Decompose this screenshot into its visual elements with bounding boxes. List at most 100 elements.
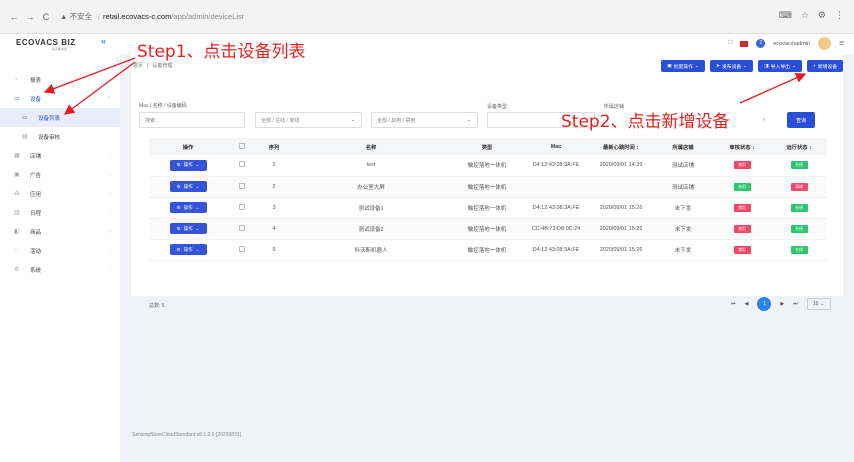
page-size-select[interactable]: 10 ⌄ (806, 298, 831, 310)
sidebar-item-goods[interactable]: ◧ 商品 › (0, 222, 120, 241)
menu-icon[interactable]: ⋮ (835, 10, 844, 21)
address-bar[interactable]: ▲ 不安全 | retail.ecovacs-c.com /app/admin/… (60, 11, 244, 22)
row-checkbox[interactable] (239, 224, 245, 231)
status-select[interactable]: 全部 / 在线 / 离线 ⌄ (255, 112, 362, 128)
chevron-right-icon: › (109, 266, 111, 273)
chevron-down-icon: ⌄ (694, 63, 699, 69)
publish-device-button[interactable]: ➤ 发布设备 ⌄ (709, 60, 754, 72)
notification-badge[interactable]: 2 (756, 39, 766, 48)
cell-store: 测试店铺 (653, 155, 713, 177)
breadcrumb-home[interactable]: 首页 (133, 63, 143, 69)
back-icon[interactable]: ← (8, 12, 20, 22)
col-store: 所属店铺 (653, 138, 713, 155)
col-heartbeat[interactable]: 最新心跳时间 ↕ (589, 138, 653, 155)
table-row[interactable]: ⚙ 操作 ⌄ 2 办公室大屏 触控落地一体机 测试店铺 启用 离线 (149, 176, 827, 198)
sidebar-item-device-audit[interactable]: ▤ 设备审核 (0, 127, 120, 146)
table-header-row: 操作 序列 名称 类型 Mac 最新心跳时间 ↕ 所属店铺 审核状态 ↕ 运行状… (149, 138, 827, 155)
audit-status-badge[interactable]: 禁用 (733, 203, 751, 212)
filter-icon: ▿ (762, 117, 765, 123)
cell-mac: D4:12:43:08:3A:FE (523, 239, 589, 261)
first-page-icon[interactable]: ⏮ (731, 301, 736, 307)
cell-heartbeat: 2020/09/01 14:29 (589, 155, 653, 177)
import-icon: ◨ (764, 63, 769, 69)
toolbar: ▣ 批量操作 ⌄ ➤ 发布设备 ⌄ ◨ 导入导出 ⌄ + 新增设备 (661, 60, 843, 72)
row-operation-button[interactable]: ⚙ 操作 ⌄ (169, 159, 207, 171)
audit-status-badge[interactable]: 禁用 (733, 245, 751, 254)
pagination: ⏮ ◀ 1 ▶ ⏭ 10 ⌄ (731, 297, 831, 311)
language-flag-icon[interactable] (740, 40, 749, 47)
audit-status-badge[interactable]: 禁用 (733, 224, 751, 233)
table-row[interactable]: ⚙ 操作 ⌄ 4 测试设备2 触控落地一体机 CC:4B:73:D8:0C:24 2020/0… (149, 218, 827, 240)
row-checkbox[interactable] (239, 182, 245, 189)
breadcrumb: 首页 / 设备管理 (133, 63, 173, 69)
fullscreen-icon[interactable]: ⛶ (729, 40, 733, 47)
row-operation-button[interactable]: ⚙ 操作 ⌄ (169, 181, 207, 192)
sidebar-item-schedule[interactable]: ▥ 日程 › (0, 203, 120, 222)
add-device-button[interactable]: + 新增设备 (806, 60, 843, 72)
next-page-icon[interactable]: ▶ (780, 301, 784, 307)
avatar[interactable] (818, 37, 832, 50)
chevron-right-icon: › (109, 247, 111, 254)
more-icon[interactable]: ☰ (839, 41, 844, 47)
profile-icon[interactable]: ⚙ (818, 10, 826, 21)
batch-operation-button[interactable]: ▣ 批量操作 ⌄ (661, 60, 705, 72)
audit-status-badge[interactable]: 禁用 (733, 161, 751, 170)
last-page-icon[interactable]: ⏭ (793, 301, 798, 307)
store-icon: ▦ (14, 153, 20, 159)
col-run[interactable]: 运行状态 ↕ (771, 138, 827, 155)
cell-heartbeat: 2020/09/01 15:26 (589, 218, 653, 240)
audit-status-badge[interactable]: 启用 (733, 182, 751, 191)
send-icon: ➤ (715, 63, 720, 69)
row-checkbox[interactable] (239, 203, 245, 210)
run-status-badge: 在线 (790, 224, 808, 233)
reload-icon[interactable]: C (40, 12, 52, 22)
bookmark-icon[interactable]: ☆ (801, 10, 809, 21)
collapse-sidebar-icon[interactable]: « (101, 36, 106, 46)
translate-icon[interactable]: ⌨ (779, 10, 792, 21)
cell-seq: 3 (257, 197, 291, 219)
page-number-current[interactable]: 1 (757, 297, 772, 311)
sidebar-item-system[interactable]: ⚙ 系统 › (0, 260, 120, 279)
chevron-down-icon: ⌄ (466, 117, 471, 123)
sidebar-item-activity[interactable]: ◌ 活动 › (0, 241, 120, 260)
row-checkbox[interactable] (239, 245, 245, 252)
forward-icon[interactable]: → (24, 12, 36, 22)
logo-subtitle: 科沃斯商用 (52, 47, 68, 51)
cell-type: 触控落地一体机 (451, 176, 523, 198)
cell-mac (523, 176, 589, 198)
table-row[interactable]: ⚙ 操作 ⌄ 3 测试设备1 触控落地一体机 D4:12:43:08:3A:FE 2020/0… (149, 197, 827, 219)
device-icon: ▭ (14, 96, 20, 102)
cell-name: 办公室大屏 (291, 176, 451, 198)
table-row[interactable]: ⚙ 操作 ⌄ 5 科沃斯机器人 触控落地一体机 D4:12:43:08:3A:FE 2020/… (149, 239, 827, 261)
table-row[interactable]: ⚙ 操作 ⌄ 1 test 触控落地一体机 D4:12:43:08:3A:FE 2020/09… (149, 155, 827, 177)
search-input[interactable]: 搜索... (139, 112, 245, 128)
chevron-down-icon: ⌄ (195, 204, 200, 210)
chevron-right-icon: › (109, 152, 111, 159)
select-all-checkbox[interactable] (239, 142, 245, 149)
sidebar-item-device-list[interactable]: ▭ 设备列表 (0, 108, 120, 127)
row-operation-button[interactable]: ⚙ 操作 ⌄ (169, 223, 207, 234)
col-audit[interactable]: 审核状态 ↕ (713, 138, 771, 155)
sidebar-item-report[interactable]: ◔ 报表 (0, 70, 120, 89)
sidebar-item-device[interactable]: ▭ 设备 ⌃ (0, 89, 120, 108)
prev-page-icon[interactable]: ◀ (745, 301, 749, 307)
cell-store: 未下发 (653, 197, 713, 219)
query-button[interactable]: 查询 (787, 112, 815, 128)
run-status-badge: 在线 (790, 245, 808, 254)
import-export-button[interactable]: ◨ 导入导出 ⌄ (758, 60, 802, 72)
user-name[interactable]: ecovacs\admin (773, 41, 810, 47)
row-operation-button[interactable]: ⚙ 操作 ⌄ (169, 244, 207, 255)
sidebar-item-app[interactable]: ⁂ 应用 › (0, 184, 120, 203)
run-status-badge: 离线 (790, 182, 808, 191)
sidebar-item-store[interactable]: ▦ 店铺 › (0, 146, 120, 165)
sidebar-item-ad[interactable]: ▣ 广告 › (0, 165, 120, 184)
security-indicator[interactable]: ▲ 不安全 (60, 11, 92, 22)
chevron-right-icon: › (109, 171, 111, 178)
batch-icon: ▣ (667, 63, 672, 69)
cell-type: 触控落地一体机 (451, 239, 523, 261)
row-operation-button[interactable]: ⚙ 操作 ⌄ (169, 202, 207, 213)
enable-select[interactable]: 全部 / 启用 / 禁用 ⌄ (371, 112, 478, 128)
row-checkbox[interactable] (239, 161, 245, 168)
col-select-all[interactable] (227, 138, 257, 155)
breadcrumb-current: 设备管理 (152, 63, 173, 69)
